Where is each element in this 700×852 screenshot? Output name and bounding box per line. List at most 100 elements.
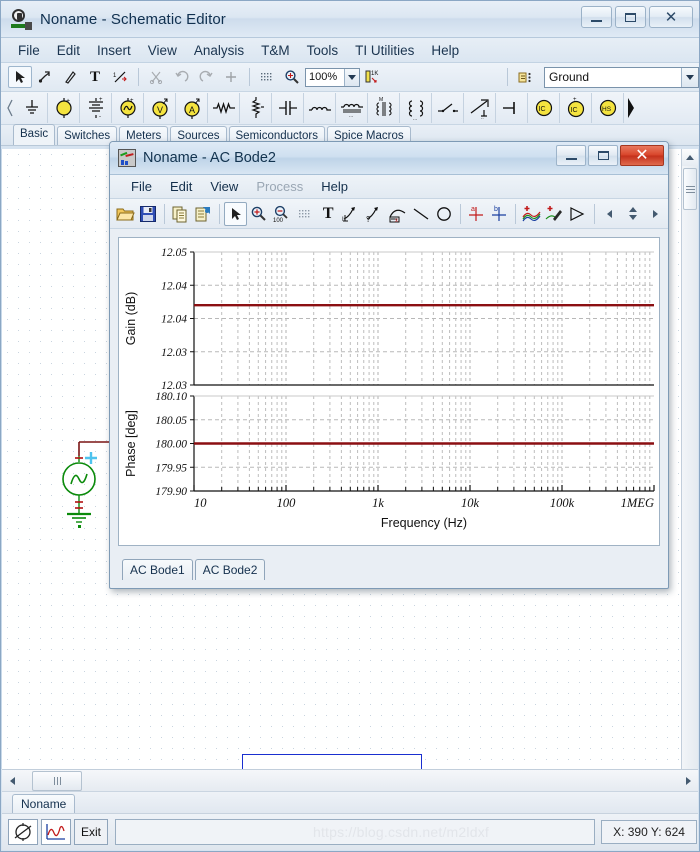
component-select-combo[interactable]: Ground <box>544 66 699 88</box>
component-select-value: Ground <box>549 70 590 84</box>
coupled-inductor-icon[interactable]: ... <box>400 93 432 123</box>
cursor-measure-icon[interactable]: I <box>340 202 362 226</box>
diode-zener-icon[interactable]: .. <box>464 93 496 123</box>
svg-text:1k: 1k <box>372 496 384 510</box>
ellipse-tool-icon[interactable] <box>433 202 455 226</box>
schematic-view-icon[interactable] <box>8 819 38 845</box>
open-folder-icon[interactable] <box>114 202 136 226</box>
select-arrow-icon[interactable] <box>224 201 247 226</box>
bode-title: Noname - AC Bode2 <box>143 150 276 166</box>
bode-menu-edit[interactable]: Edit <box>161 177 201 196</box>
canvas-vertical-scrollbar[interactable] <box>681 149 698 769</box>
curve-fit-icon[interactable]: x <box>387 202 409 226</box>
nav-left-icon[interactable] <box>598 202 620 226</box>
zoom-out-100-icon[interactable]: 100 <box>271 202 293 226</box>
transformer-icon[interactable]: M <box>368 93 400 123</box>
bode-minimize-button[interactable] <box>556 145 586 166</box>
component-browser-icon[interactable] <box>513 66 537 88</box>
menu-insert[interactable]: Insert <box>89 41 139 60</box>
voltmeter-icon[interactable]: V <box>144 93 176 123</box>
add-marker-icon[interactable] <box>543 202 565 226</box>
redo-icon[interactable] <box>194 66 218 88</box>
paste-icon[interactable] <box>192 202 214 226</box>
comp-scroll-right-icon[interactable] <box>624 93 637 123</box>
chevron-down-icon[interactable] <box>681 67 698 87</box>
menu-help[interactable]: Help <box>423 41 467 60</box>
save-disk-icon[interactable] <box>137 202 159 226</box>
battery-icon[interactable]: + - <box>80 93 112 123</box>
dc-voltage-source-icon[interactable]: + - <box>48 93 80 123</box>
capacitor-icon[interactable] <box>272 93 304 123</box>
zoom-in-icon[interactable] <box>248 202 270 226</box>
svg-text:A: A <box>189 105 195 115</box>
document-tab-noname[interactable]: Noname <box>12 794 76 813</box>
core-inductor-icon[interactable]: ... <box>336 93 368 123</box>
terminal-icon[interactable] <box>496 93 528 123</box>
line-tool-icon[interactable] <box>410 202 432 226</box>
scroll-right-icon[interactable] <box>678 771 698 791</box>
node-connect-icon[interactable] <box>33 66 57 88</box>
menu-ti-utilities[interactable]: TI Utilities <box>347 41 422 60</box>
bode-maximize-button[interactable] <box>588 145 618 166</box>
waveform-view-icon[interactable] <box>41 819 71 845</box>
rotate-icon[interactable]: 1 <box>108 66 132 88</box>
vertical-scroll-thumb[interactable] <box>683 168 697 210</box>
scroll-left-icon[interactable] <box>2 771 22 791</box>
minimize-button[interactable] <box>581 6 612 28</box>
nav-right-icon[interactable] <box>645 202 667 226</box>
bode-menu-view[interactable]: View <box>201 177 247 196</box>
exit-button[interactable]: Exit <box>74 819 109 845</box>
menu-analysis[interactable]: Analysis <box>186 41 252 60</box>
tab-basic[interactable]: Basic <box>13 124 56 145</box>
maximize-button[interactable] <box>615 6 646 28</box>
resistor-icon[interactable] <box>208 93 240 123</box>
hs-macro-icon[interactable]: HS <box>592 93 624 123</box>
close-button[interactable]: ✕ <box>649 6 693 28</box>
ammeter-icon[interactable]: A <box>176 93 208 123</box>
menu-tm[interactable]: T&M <box>253 41 298 60</box>
ic-source-icon[interactable]: IC + <box>560 93 592 123</box>
bode-menu-file[interactable]: File <box>122 177 161 196</box>
canvas-horizontal-scrollbar[interactable] <box>2 769 698 791</box>
text-tool-icon[interactable]: T <box>317 202 339 226</box>
add-icon[interactable] <box>219 66 243 88</box>
switch-icon[interactable] <box>432 93 464 123</box>
menu-edit[interactable]: Edit <box>49 41 88 60</box>
undo-icon[interactable] <box>169 66 193 88</box>
tab-ac-bode1[interactable]: AC Bode1 <box>122 559 193 580</box>
copy-icon[interactable] <box>169 202 191 226</box>
inductor-icon[interactable] <box>304 93 336 123</box>
potentiometer-icon[interactable] <box>240 93 272 123</box>
scroll-up-icon[interactable] <box>682 149 698 166</box>
bode-close-button[interactable]: ✕ <box>620 145 664 166</box>
grid-icon[interactable] <box>294 202 316 226</box>
text-tool-icon[interactable]: T <box>83 66 107 88</box>
menu-file[interactable]: File <box>10 41 48 60</box>
cut-icon[interactable] <box>144 66 168 88</box>
ac-source-icon[interactable]: + <box>112 93 144 123</box>
axis-b-icon[interactable]: b <box>488 202 510 226</box>
probe-icon[interactable]: 1K <box>360 66 384 88</box>
tab-ac-bode2[interactable]: AC Bode2 <box>194 559 266 580</box>
zoom-icon[interactable] <box>280 66 304 88</box>
comp-scroll-left-icon[interactable] <box>3 93 16 123</box>
add-traces-icon[interactable] <box>520 202 542 226</box>
draw-wire-icon[interactable] <box>58 66 82 88</box>
query-curve-icon[interactable]: ? <box>363 202 385 226</box>
ground-icon[interactable] <box>16 93 48 123</box>
ic-opamp-icon[interactable]: IC <box>528 93 560 123</box>
grid-icon[interactable] <box>255 66 279 88</box>
menu-tools[interactable]: Tools <box>299 41 347 60</box>
run-icon[interactable] <box>566 202 588 226</box>
menu-view[interactable]: View <box>140 41 185 60</box>
zoom-level-combo[interactable]: 100% <box>305 67 360 87</box>
bode-menu-help[interactable]: Help <box>312 177 357 196</box>
nav-updown-icon[interactable] <box>622 202 644 226</box>
bode-plot-area[interactable]: 12.05 12.04 12.04 12.03 12.03 Gain (dB) 180.10… <box>118 237 660 546</box>
svg-text:V: V <box>157 105 163 115</box>
tab-switches[interactable]: Switches <box>57 126 118 145</box>
chevron-down-icon[interactable] <box>344 68 359 86</box>
select-arrow-icon[interactable] <box>8 66 32 88</box>
horizontal-scroll-thumb[interactable] <box>32 770 82 791</box>
axis-a-icon[interactable]: a <box>465 202 487 226</box>
